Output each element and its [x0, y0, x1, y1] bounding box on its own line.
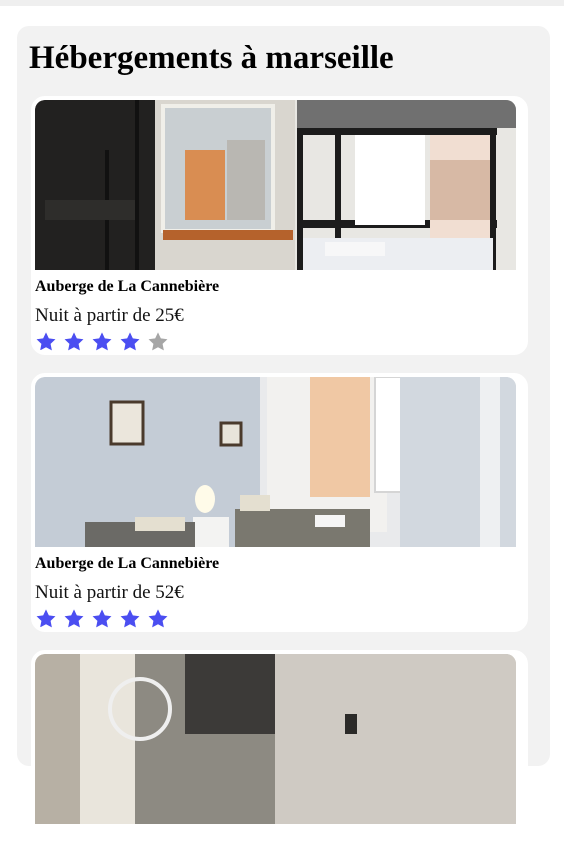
listing-card[interactable]: Auberge de La Cannebière Nuit à partir d… [31, 96, 528, 355]
listing-name[interactable]: Auberge de La Cannebière [35, 278, 219, 296]
listing-photo[interactable] [35, 100, 516, 270]
listing-price: Nuit à partir de 52€ [35, 582, 184, 603]
accommodation-panel: Hébergements à marseille Auberge de La C… [17, 26, 550, 858]
star-filled-icon [36, 609, 56, 628]
listing-price: Nuit à partir de 25€ [35, 305, 184, 326]
listing-card[interactable]: Auberge de La Cannebière Nuit à partir d… [31, 373, 528, 632]
star-empty-icon [148, 332, 168, 351]
star-filled-icon [148, 609, 168, 628]
listing-name[interactable]: Auberge de La Cannebière [35, 555, 219, 573]
page-title: Hébergements à marseille [29, 40, 394, 76]
dormitory-bunk-bed-photo [35, 100, 516, 270]
twin-room-photo [35, 377, 516, 547]
star-rating [35, 331, 169, 351]
star-filled-icon [120, 609, 140, 628]
star-rating [35, 608, 169, 628]
listing-card[interactable] [31, 650, 528, 858]
star-filled-icon [64, 332, 84, 351]
star-filled-icon [64, 609, 84, 628]
star-filled-icon [120, 332, 140, 351]
star-filled-icon [92, 332, 112, 351]
room-photo [35, 654, 516, 824]
star-filled-icon [92, 609, 112, 628]
browser-top-edge [0, 0, 564, 6]
listing-photo[interactable] [35, 377, 516, 547]
listing-photo[interactable] [35, 654, 516, 824]
star-filled-icon [36, 332, 56, 351]
